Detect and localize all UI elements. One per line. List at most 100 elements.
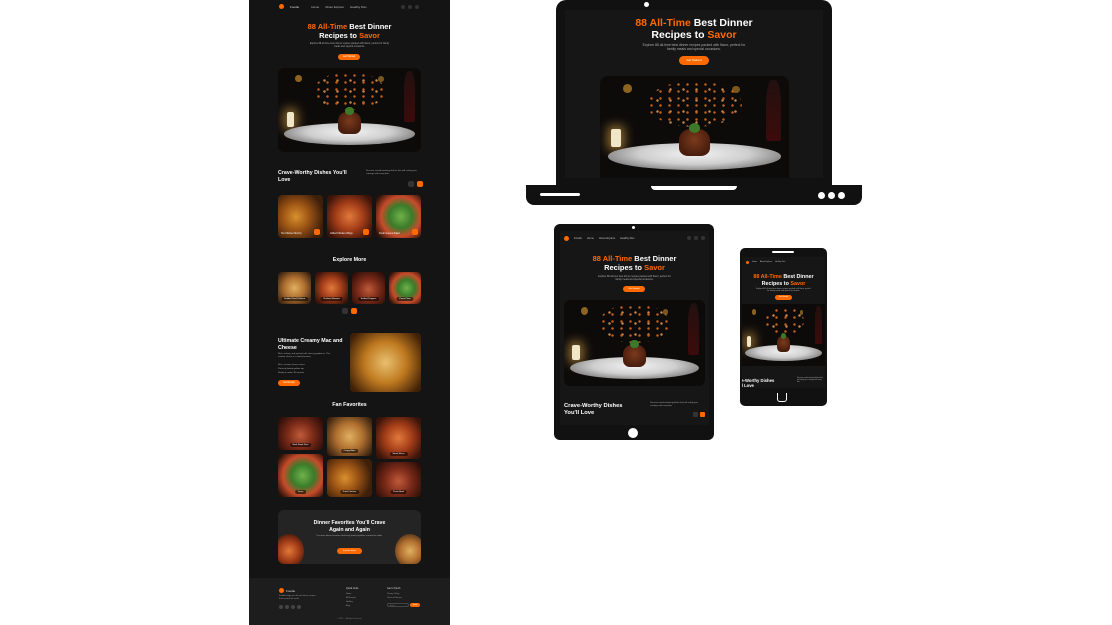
nav-item-explore[interactable]: About Explore — [325, 5, 344, 9]
prev-arrow-icon[interactable] — [342, 308, 348, 314]
footer-about: Foodie brings you the best dinner recipe… — [279, 595, 316, 600]
crave-card[interactable]: Grilled Chicken Wings — [327, 195, 372, 238]
footer-col1-list: Home All Recipes Healthy Blog — [346, 593, 357, 607]
arrow-icon[interactable] — [363, 229, 369, 235]
logo-text[interactable]: Foodie — [290, 5, 299, 9]
logo-icon[interactable] — [746, 260, 749, 264]
logo-icon[interactable] — [279, 4, 284, 9]
hero-title: 88 All-Time Best Dinner Recipes to Savor — [753, 274, 814, 287]
prev-arrow-icon[interactable] — [693, 412, 698, 417]
mac-bullet: Rich, creamy cheese sauce — [278, 364, 305, 366]
navbar: Foodie Home About Explore Healthy Diet — [279, 3, 419, 10]
hero-cta-button[interactable]: Get Started — [679, 56, 709, 65]
heart-icon[interactable] — [694, 236, 698, 240]
crave-blurb: Discover mouth-watering dishes that will… — [650, 402, 699, 407]
crave-card[interactable]: Fresh Greens Salad — [376, 195, 421, 238]
search-icon[interactable] — [687, 236, 691, 240]
social-icons — [279, 605, 301, 609]
footer-col1-title: Quick Links — [346, 587, 359, 590]
cta-button[interactable]: Explore More — [337, 548, 362, 554]
fan-item[interactable]: Steak Slices — [376, 417, 421, 459]
phone-home-button — [777, 393, 787, 402]
logo-text[interactable]: Foodie — [574, 237, 582, 240]
next-arrow-icon[interactable] — [417, 181, 423, 187]
fan-item[interactable]: Beef Steak Dish — [278, 417, 323, 450]
mac-title: Ultimate Creamy Mac and Cheese — [278, 338, 343, 351]
nav-item-home[interactable]: Home — [752, 261, 757, 263]
mac-button[interactable]: Get Recipe — [278, 380, 300, 386]
hero-cta-button[interactable]: Get Started — [623, 286, 645, 292]
twitter-icon[interactable] — [285, 605, 289, 609]
nav-item-home[interactable]: Home — [587, 237, 594, 240]
crave-card[interactable]: Tso Chicken Stir-Fry — [278, 195, 323, 238]
hero-image — [742, 304, 825, 366]
user-icon[interactable] — [701, 236, 705, 240]
search-icon[interactable] — [401, 4, 405, 9]
hero-subtitle: Explore 88 all-time best dinner recipes … — [642, 43, 746, 51]
arrow-icon[interactable] — [314, 229, 320, 235]
dot-icon — [838, 192, 845, 199]
cta-section: Dinner Favorites You'll Crave Again and … — [278, 510, 421, 564]
facebook-icon[interactable] — [279, 605, 283, 609]
arrow-icon[interactable] — [412, 229, 418, 235]
laptop-bar — [540, 193, 580, 196]
nav-icons — [687, 236, 705, 240]
navbar: Home About Explore Healthy Diet — [746, 259, 821, 265]
nav-item-explore[interactable]: About Explore — [760, 261, 772, 263]
footer-col2-list: Privacy Policy Terms of Service — [387, 593, 402, 599]
phone-speaker — [772, 251, 794, 253]
next-arrow-icon[interactable] — [351, 308, 357, 314]
hero-subtitle: Explore 88 all-time best dinner recipes … — [756, 288, 811, 293]
crave-arrows — [693, 412, 705, 417]
nav-item-healthy[interactable]: Healthy Diet — [620, 237, 634, 240]
fan-item[interactable]: Tacos — [278, 454, 323, 497]
explore-item[interactable]: Golden Fried Chicken — [278, 272, 311, 304]
explore-item[interactable]: Chicken Skewers — [315, 272, 348, 304]
nav-item-explore[interactable]: About Explore — [599, 237, 615, 240]
logo-icon — [279, 588, 284, 593]
explore-item[interactable]: Stuffed Peppers — [352, 272, 385, 304]
laptop-screen: 88 All-Time Best Dinner Recipes to Savor… — [565, 10, 823, 178]
dot-icon — [828, 192, 835, 199]
logo-icon[interactable] — [564, 235, 569, 241]
phone-screen: Home About Explore Healthy Diet 88 All-T… — [742, 257, 825, 388]
crave-title: Crave-Worthy Dishes You'll Love — [278, 170, 347, 183]
cta-image-right — [395, 534, 421, 564]
cta-image-left — [278, 534, 304, 564]
footer-col2-title: Get in Touch — [387, 587, 401, 590]
nav-item-healthy[interactable]: Healthy Diet — [775, 261, 785, 263]
fan-item[interactable]: Pasta Bowl — [376, 462, 421, 497]
full-page-preview: Foodie Home About Explore Healthy Diet 8… — [249, 0, 450, 625]
laptop-indicator-dots — [818, 192, 845, 199]
youtube-icon[interactable] — [297, 605, 301, 609]
hero-subtitle: Explore 88 all-time best dinner recipes … — [598, 275, 671, 281]
prev-arrow-icon[interactable] — [408, 181, 414, 187]
mockup-stage: Foodie Home About Explore Healthy Diet 8… — [0, 0, 1112, 625]
crave-blurb: Discover mouth-watering dishes that will… — [797, 378, 823, 383]
hero-cta-button[interactable]: Get Started — [775, 295, 792, 300]
subscribe-button[interactable]: Send — [410, 603, 420, 607]
hero-cta-button[interactable]: Get Started — [338, 54, 360, 60]
explore-item[interactable]: Pasta Plate — [389, 272, 421, 304]
heart-icon[interactable] — [408, 4, 412, 9]
fan-item[interactable]: Crispy Bites — [327, 417, 372, 456]
mac-bullet: Ready in under 30 minutes — [278, 372, 305, 374]
copyright: © 2024 — All Rights Reserved — [337, 618, 362, 620]
hero-image — [600, 76, 789, 178]
hero-image — [278, 68, 421, 152]
nav-item-home[interactable]: Home — [311, 5, 319, 9]
crave-blurb: Discover mouth-watering dishes that will… — [366, 170, 417, 175]
footer-logo: Foodie — [279, 588, 295, 593]
next-arrow-icon[interactable] — [700, 412, 705, 417]
cta-title: Dinner Favorites You'll Crave Again and … — [313, 520, 386, 533]
subscribe-input[interactable]: Email — [387, 603, 409, 607]
mac-blurb: Rich, velvety, and packed with cheesy go… — [278, 353, 331, 358]
instagram-icon[interactable] — [291, 605, 295, 609]
user-icon[interactable] — [415, 4, 419, 9]
nav-item-healthy[interactable]: Healthy Diet — [350, 5, 366, 9]
laptop-notch — [651, 186, 737, 190]
crave-arrows — [408, 181, 423, 187]
laptop-camera — [644, 2, 649, 7]
fan-item[interactable]: Fried Chicken — [327, 459, 372, 497]
crave-title: Crave-Worthy Dishes You'll Love — [564, 403, 623, 416]
